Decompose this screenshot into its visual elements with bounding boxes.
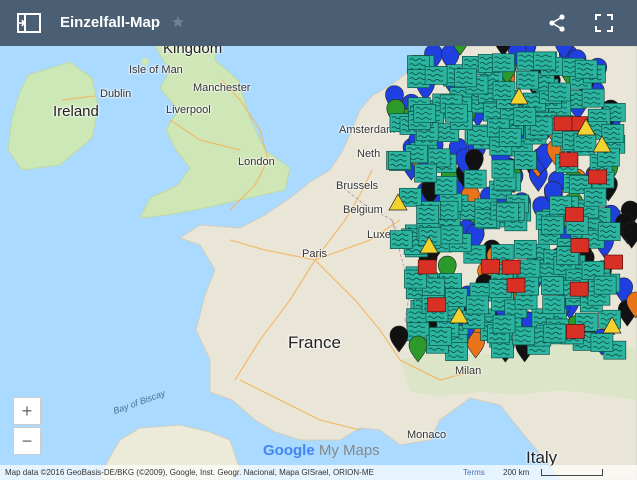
fullscreen-icon[interactable] [595,14,613,37]
label-country-france: France [288,333,341,352]
zoom-out-button[interactable]: − [13,427,41,455]
label-city-milan: Milan [455,365,482,377]
map-basemap [0,0,637,480]
label-city-prague: Prague [598,207,634,219]
label-city-manchester: Manchester [193,82,251,94]
label-city-monaco: Monaco [407,429,447,441]
label-city-belgium: Belgium [343,204,383,216]
map-attribution: Map data ©2016 GeoBasis-DE/BKG (©2009), … [5,468,374,477]
label-city-isle-of-man: Isle of Man [129,64,183,76]
google-logo-text: Google [263,442,315,459]
share-icon[interactable] [548,14,566,37]
label-city-liverpool: Liverpool [166,104,211,116]
app-header: Einzelfall-Map [0,0,637,46]
label-city-neth: Neth [357,148,381,160]
google-my-maps-logo: Google My Maps [263,442,380,459]
label-city-slovenia: Slovenia [573,326,616,338]
scale-label: 200 km [503,468,530,477]
terms-link[interactable]: Terms [463,468,485,477]
sidebar-toggle-icon[interactable] [17,13,41,38]
map-title: Einzelfall-Map [60,14,161,31]
map-footer: Map data ©2016 GeoBasis-DE/BKG (©2009), … [0,465,637,480]
my-maps-logo-text: My Maps [318,442,380,459]
label-city-dublin: Dublin [100,88,132,100]
scale-bar [541,469,603,476]
map-canvas[interactable] [0,0,637,480]
label-city-brussels: Brussels [336,180,379,192]
label-city-s: S [411,330,419,342]
star-icon[interactable] [171,15,185,34]
label-city-london: London [238,156,275,168]
zoom-in-button[interactable]: + [13,397,41,425]
label-country-ireland: Ireland [53,103,99,120]
label-city-paris: Paris [302,248,328,260]
label-city-amsterdam: Amsterdam [339,124,396,136]
label-city-luxer: Luxer [367,229,395,241]
